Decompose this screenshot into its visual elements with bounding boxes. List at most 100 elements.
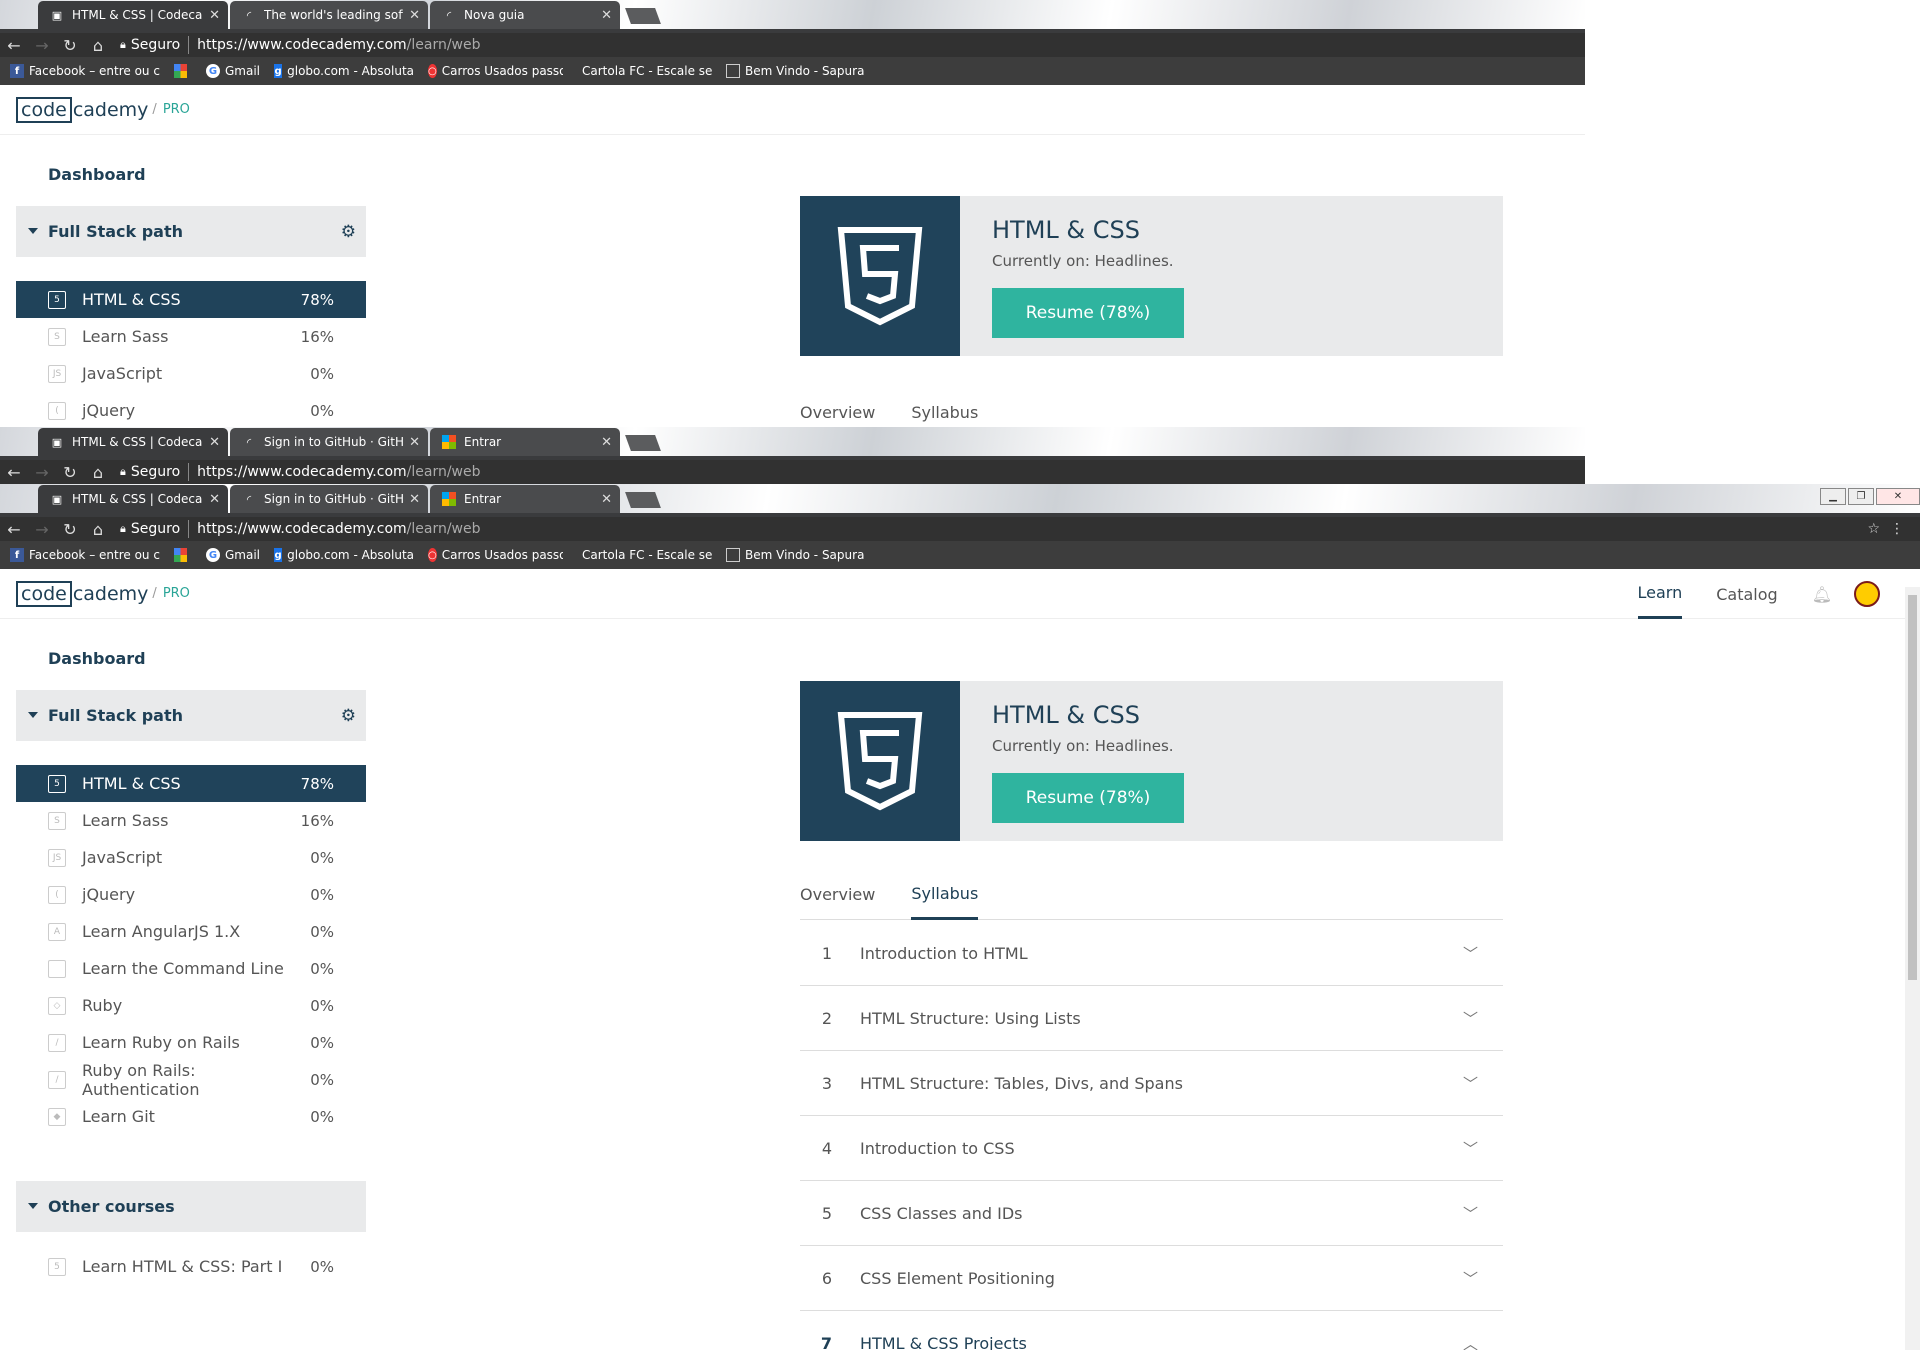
course-item[interactable]: / Learn Ruby on Rails 0%	[16, 1024, 366, 1061]
bookmark-carros[interactable]: ○ Carros Usados passo	[428, 64, 563, 78]
url-field[interactable]: https://www.codecademy.com/learn/web	[197, 464, 480, 480]
syllabus-row[interactable]: 4 Introduction to CSS ﹀	[800, 1116, 1503, 1181]
avatar[interactable]	[1854, 581, 1880, 607]
section-header-full-stack[interactable]: Full Stack path ⚙	[16, 206, 366, 257]
home-icon[interactable]: ⌂	[84, 463, 112, 482]
syllabus-row[interactable]: 3 HTML Structure: Tables, Divs, and Spans…	[800, 1051, 1503, 1116]
scrollbar-thumb[interactable]	[1908, 595, 1917, 980]
nav-learn[interactable]: Learn	[1637, 569, 1683, 619]
url-field[interactable]: https://www.codecademy.com/learn/web	[197, 521, 480, 537]
restore-icon[interactable]: ❐	[1848, 487, 1874, 505]
course-item[interactable]: / Ruby on Rails: Authentication 0%	[16, 1061, 366, 1099]
new-tab-button[interactable]	[625, 492, 661, 508]
close-icon[interactable]: ✕	[601, 492, 612, 507]
forward-icon[interactable]: →	[28, 36, 56, 55]
browser-tab[interactable]: Entrar ✕	[430, 428, 620, 456]
secure-indicator[interactable]: 🔒︎ Seguro	[120, 37, 180, 53]
section-header-full-stack[interactable]: Full Stack path ⚙	[16, 690, 366, 741]
browser-tab[interactable]: ◜ Sign in to GitHub · GitHu ✕	[230, 428, 428, 456]
back-icon[interactable]: ←	[0, 463, 28, 482]
bookmark-star-icon[interactable]: ☆	[1867, 521, 1880, 537]
chevron-down-icon[interactable]: ﹀	[1463, 1138, 1503, 1159]
codecademy-logo[interactable]: code cademy / PRO	[16, 96, 190, 123]
course-item[interactable]: S Learn Sass 16%	[16, 318, 366, 355]
course-item[interactable]: (jQuery 0%	[16, 392, 366, 427]
nav-catalog[interactable]: Catalog	[1716, 569, 1777, 619]
bookmark-cartola[interactable]: Cartola FC - Escale se	[577, 548, 712, 562]
resume-button[interactable]: Resume (78%)	[992, 773, 1184, 823]
tab-syllabus[interactable]: Syllabus	[911, 870, 979, 920]
bookmark-globo[interactable]: g globo.com - Absoluta	[274, 64, 414, 78]
chevron-down-icon[interactable]: ﹀	[1463, 943, 1503, 964]
course-item[interactable]: JS JavaScript 0%	[16, 839, 366, 876]
browser-tab[interactable]: ▣ HTML & CSS | Codecade ✕	[38, 1, 228, 29]
browser-tab[interactable]: ◜ Nova guia ✕	[430, 1, 620, 29]
close-icon[interactable]: ✕	[601, 435, 612, 450]
scrollbar[interactable]	[1905, 587, 1920, 1350]
syllabus-row[interactable]: 5 CSS Classes and IDs ﹀	[800, 1181, 1503, 1246]
home-icon[interactable]: ⌂	[84, 520, 112, 539]
close-icon[interactable]: ✕	[409, 8, 420, 23]
syllabus-row[interactable]: 2 HTML Structure: Using Lists ﹀	[800, 986, 1503, 1051]
close-icon[interactable]: ✕	[209, 8, 220, 23]
menu-icon[interactable]: ⋮	[1890, 521, 1904, 537]
new-tab-button[interactable]	[625, 435, 661, 451]
chevron-down-icon[interactable]: ﹀	[1463, 1008, 1503, 1029]
browser-tab[interactable]: ▣ HTML & CSS | Codecade ✕	[38, 485, 228, 513]
bookmark-sapura[interactable]: Bem Vindo - Sapura	[726, 548, 864, 562]
course-item[interactable]: 5 HTML & CSS 78%	[16, 281, 366, 318]
course-item[interactable]: 5 Learn HTML & CSS: Part I 0%	[16, 1248, 366, 1285]
new-tab-button[interactable]	[625, 8, 661, 24]
syllabus-row[interactable]: 7 HTML & CSS Projects ︿	[800, 1311, 1503, 1350]
course-item[interactable]: ◇ Ruby 0%	[16, 987, 366, 1024]
reload-icon[interactable]: ↻	[56, 36, 84, 55]
bookmark-globo[interactable]: g globo.com - Absoluta	[274, 548, 414, 562]
close-icon[interactable]: ✕	[209, 492, 220, 507]
resume-button[interactable]: Resume (78%)	[992, 288, 1184, 338]
course-item[interactable]: JS JavaScript 0%	[16, 355, 366, 392]
course-item[interactable]: (jQuery 0%	[16, 876, 366, 913]
forward-icon[interactable]: →	[28, 520, 56, 539]
close-window-icon[interactable]: ✕	[1876, 487, 1920, 505]
gear-icon[interactable]: ⚙	[341, 222, 356, 242]
chevron-down-icon[interactable]: ﹀	[1463, 1073, 1503, 1094]
tab-overview[interactable]: Overview	[800, 387, 875, 427]
course-item[interactable]: Learn the Command Line 0%	[16, 950, 366, 987]
chevron-up-icon[interactable]: ︿	[1463, 1333, 1503, 1350]
home-icon[interactable]: ⌂	[84, 36, 112, 55]
syllabus-row[interactable]: 6 CSS Element Positioning ﹀	[800, 1246, 1503, 1311]
browser-tab[interactable]: ◜ The world's leading softw ✕	[230, 1, 428, 29]
gear-icon[interactable]: ⚙	[341, 706, 356, 726]
minimize-icon[interactable]: ▁	[1820, 487, 1846, 505]
bookmark-gmail[interactable]: G Gmail	[206, 64, 260, 78]
close-icon[interactable]: ✕	[409, 435, 420, 450]
syllabus-row[interactable]: 1 Introduction to HTML ﹀	[800, 921, 1503, 986]
course-item[interactable]: 5 HTML & CSS 78%	[16, 765, 366, 802]
bookmark-apps[interactable]	[174, 64, 192, 78]
bookmark-facebook[interactable]: f Facebook – entre ou c	[10, 548, 160, 562]
bookmark-carros[interactable]: ○ Carros Usados passo	[428, 548, 563, 562]
forward-icon[interactable]: →	[28, 463, 56, 482]
dashboard-link[interactable]: Dashboard	[16, 159, 366, 189]
course-item[interactable]: ◆ Learn Git 0%	[16, 1098, 366, 1135]
codecademy-logo[interactable]: code cademy / PRO	[16, 580, 190, 607]
secure-indicator[interactable]: 🔒︎ Seguro	[120, 464, 180, 480]
reload-icon[interactable]: ↻	[56, 520, 84, 539]
reload-icon[interactable]: ↻	[56, 463, 84, 482]
browser-tab[interactable]: Entrar ✕	[430, 485, 620, 513]
course-item[interactable]: A Learn AngularJS 1.X 0%	[16, 913, 366, 950]
bookmark-facebook[interactable]: f Facebook – entre ou c	[10, 64, 160, 78]
tab-syllabus[interactable]: Syllabus	[911, 387, 978, 427]
section-header-other-courses[interactable]: Other courses	[16, 1181, 366, 1232]
bookmark-cartola[interactable]: Cartola FC - Escale se	[577, 64, 712, 78]
url-field[interactable]: https://www.codecademy.com/learn/web	[197, 37, 480, 53]
bookmark-sapura[interactable]: Bem Vindo - Sapura	[726, 64, 864, 78]
close-icon[interactable]: ✕	[409, 492, 420, 507]
close-icon[interactable]: ✕	[209, 435, 220, 450]
secure-indicator[interactable]: 🔒︎ Seguro	[120, 521, 180, 537]
tab-overview[interactable]: Overview	[800, 870, 875, 920]
bookmark-apps[interactable]	[174, 548, 192, 562]
browser-tab[interactable]: ◜ Sign in to GitHub · GitHu ✕	[230, 485, 428, 513]
chevron-down-icon[interactable]: ﹀	[1463, 1268, 1503, 1289]
close-icon[interactable]: ✕	[601, 8, 612, 23]
